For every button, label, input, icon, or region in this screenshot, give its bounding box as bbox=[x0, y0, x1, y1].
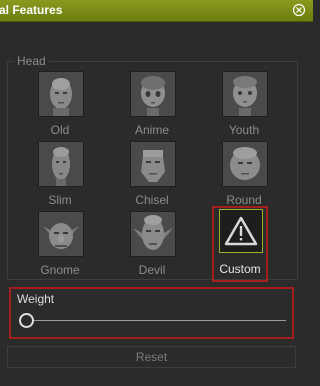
reset-button[interactable]: Reset bbox=[7, 346, 296, 368]
preset-label: Gnome bbox=[40, 263, 80, 277]
preset-label: Anime bbox=[134, 123, 169, 137]
weight-label: Weight bbox=[17, 292, 55, 306]
face-gnome-icon bbox=[38, 211, 84, 257]
preset-label: Chisel bbox=[135, 193, 169, 207]
preset-label-custom: Custom bbox=[219, 262, 261, 276]
preset-label: Slim bbox=[48, 193, 72, 207]
preset-label: Round bbox=[226, 193, 262, 207]
head-legend: Head bbox=[17, 54, 46, 68]
window-title: al Features bbox=[0, 3, 63, 17]
face-youth-icon bbox=[222, 71, 268, 117]
face-anime-icon bbox=[130, 71, 176, 117]
close-icon[interactable] bbox=[292, 3, 306, 17]
face-devil-icon bbox=[130, 211, 176, 257]
preset-label: Old bbox=[50, 123, 70, 137]
warning-triangle-icon bbox=[219, 209, 263, 253]
preset-label: Youth bbox=[228, 123, 260, 137]
title-bar: al Features bbox=[0, 0, 313, 22]
preset-label: Devil bbox=[138, 263, 166, 277]
face-round-icon bbox=[222, 141, 268, 187]
weight-slider-handle[interactable] bbox=[18, 313, 34, 328]
face-old-icon bbox=[38, 71, 84, 117]
face-chisel-icon bbox=[130, 141, 176, 187]
face-slim-icon bbox=[38, 141, 84, 187]
weight-slider-track[interactable] bbox=[24, 320, 286, 321]
